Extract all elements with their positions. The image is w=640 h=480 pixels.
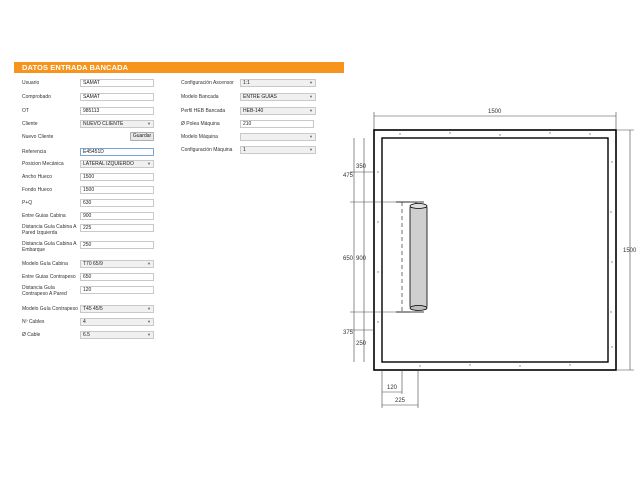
- select-value: 6.5: [83, 332, 90, 338]
- chevron-down-icon: ▼: [309, 134, 313, 139]
- field-label: Cliente: [22, 121, 38, 127]
- modelo-guia-contrapeso-select[interactable]: T45 45/5 ▼: [80, 305, 154, 313]
- field-label: Nº Cables: [22, 319, 45, 325]
- field-label: Modelo Guía Contrapeso: [22, 306, 78, 312]
- field-label: Referencia: [22, 149, 47, 155]
- dim-1500-right: 1500: [623, 248, 637, 254]
- chevron-down-icon: ▼: [147, 121, 151, 126]
- field-label: Entre Guias Cabina: [22, 213, 66, 219]
- dimension-depth-right: 1500: [616, 129, 637, 371]
- modelo-guia-cabina-select[interactable]: T70 65/9 ▼: [80, 260, 154, 268]
- field-label: Distancia Guía Cabina A Embarque: [22, 241, 77, 253]
- field-label: Ø Polea Máquina: [181, 121, 220, 127]
- dimension-width-top: 1500: [373, 109, 617, 130]
- select-value: NUEVO CLIENTE: [83, 121, 124, 127]
- dist-guia-pared-input[interactable]: 225: [80, 224, 154, 232]
- ancho-hueco-input[interactable]: 1500: [80, 173, 154, 181]
- chevron-down-icon: ▼: [147, 332, 151, 337]
- header-banner: DATOS ENTRADA BANCADA: [14, 62, 344, 73]
- dist-guia-contrapeso-input[interactable]: 120: [80, 286, 154, 294]
- dim-120: 120: [387, 385, 398, 391]
- dim-250: 250: [356, 341, 367, 347]
- field-label: Usuario: [22, 80, 40, 86]
- field-label: Distancia Guía Contrapeso A Pared: [22, 285, 67, 297]
- chevron-down-icon: ▼: [147, 161, 151, 166]
- select-value: LATERAL IZQUIERDO: [83, 161, 134, 167]
- field-label: Perfil HEB Bancada: [181, 108, 226, 114]
- select-value: 4: [83, 319, 86, 325]
- chevron-down-icon: ▼: [147, 319, 151, 324]
- usuario-input[interactable]: SAMAT: [80, 79, 154, 87]
- field-label: Posicion Mecánica: [22, 161, 64, 167]
- modelo-maquina-select[interactable]: ▼: [240, 133, 316, 141]
- config-ascensor-select[interactable]: 1:1 ▼: [240, 79, 316, 87]
- cliente-select[interactable]: NUEVO CLIENTE ▼: [80, 120, 154, 128]
- diametro-cable-select[interactable]: 6.5 ▼: [80, 331, 154, 339]
- form-panel: Usuario SAMAT Comprobado SAMAT OT 985113…: [14, 73, 344, 343]
- dim-350: 350: [356, 164, 367, 170]
- field-label: Fondo Hueco: [22, 187, 53, 193]
- dim-650: 650: [343, 256, 354, 262]
- entre-guias-cabina-input[interactable]: 900: [80, 212, 154, 220]
- field-label: Configuración Máquina: [181, 147, 233, 153]
- field-label: Modelo Guía Cabina: [22, 261, 68, 267]
- field-label: Nuevo Cliente: [22, 134, 54, 140]
- select-value: T70 65/9: [83, 261, 103, 267]
- field-label: Modelo Bancada: [181, 94, 219, 100]
- polea-maquina-input[interactable]: 210: [240, 120, 314, 128]
- dim-375: 375: [343, 330, 354, 336]
- dim-475: 475: [343, 173, 354, 179]
- modelo-bancada-select[interactable]: ENTRE GUIAS ▼: [240, 93, 316, 101]
- field-label: Configuración Ascensor: [181, 80, 234, 86]
- select-value: HEB-140: [243, 108, 264, 114]
- config-maquina-select[interactable]: 1 ▼: [240, 146, 316, 154]
- select-value: T45 45/5: [83, 306, 103, 312]
- chevron-down-icon: ▼: [309, 94, 313, 99]
- ot-input[interactable]: 985113: [80, 107, 154, 115]
- field-label: P+Q: [22, 200, 33, 206]
- dim-1500-top: 1500: [488, 109, 502, 115]
- field-label: Ø Cable: [22, 332, 41, 338]
- select-value: ENTRE GUIAS: [243, 94, 277, 100]
- pq-input[interactable]: 630: [80, 199, 154, 207]
- save-button[interactable]: Guardar: [130, 132, 154, 141]
- dist-guia-embarque-input[interactable]: 250: [80, 241, 154, 249]
- select-value: 1:1: [243, 80, 250, 86]
- dim-225: 225: [395, 398, 406, 404]
- field-label: Modelo Máquina: [181, 134, 218, 140]
- comprobado-input[interactable]: SAMAT: [80, 93, 154, 101]
- perfil-heb-select[interactable]: HEB-140 ▼: [240, 107, 316, 115]
- chevron-down-icon: ▼: [147, 306, 151, 311]
- field-label: Comprobado: [22, 94, 51, 100]
- fondo-hueco-input[interactable]: 1500: [80, 186, 154, 194]
- dim-900: 900: [356, 256, 367, 262]
- referencia-input[interactable]: E45451D: [80, 148, 154, 156]
- num-cables-select[interactable]: 4 ▼: [80, 318, 154, 326]
- chevron-down-icon: ▼: [309, 80, 313, 85]
- field-label: OT: [22, 108, 29, 114]
- chevron-down-icon: ▼: [309, 108, 313, 113]
- field-label: Distancia Guía Cabina A Pared Izquierda: [22, 224, 77, 236]
- dimension-left-chain: 350 475 650 900 375 250: [343, 138, 410, 362]
- dimension-bottom-chain: 120 225: [381, 370, 419, 408]
- select-value: 1: [243, 147, 246, 153]
- machine-cylinder: [409, 203, 428, 311]
- entre-guias-contrapeso-input[interactable]: 650: [80, 273, 154, 281]
- posicion-select[interactable]: LATERAL IZQUIERDO ▼: [80, 160, 154, 168]
- field-label: Ancho Hueco: [22, 174, 53, 180]
- shaft-drawing: 1500 1500 350 475 650 900 375 250 120 22…: [343, 109, 637, 408]
- chevron-down-icon: ▼: [309, 147, 313, 152]
- page-title: DATOS ENTRADA BANCADA: [22, 63, 129, 72]
- field-label: Entre Guias Contrapeso: [22, 274, 76, 280]
- chevron-down-icon: ▼: [147, 261, 151, 266]
